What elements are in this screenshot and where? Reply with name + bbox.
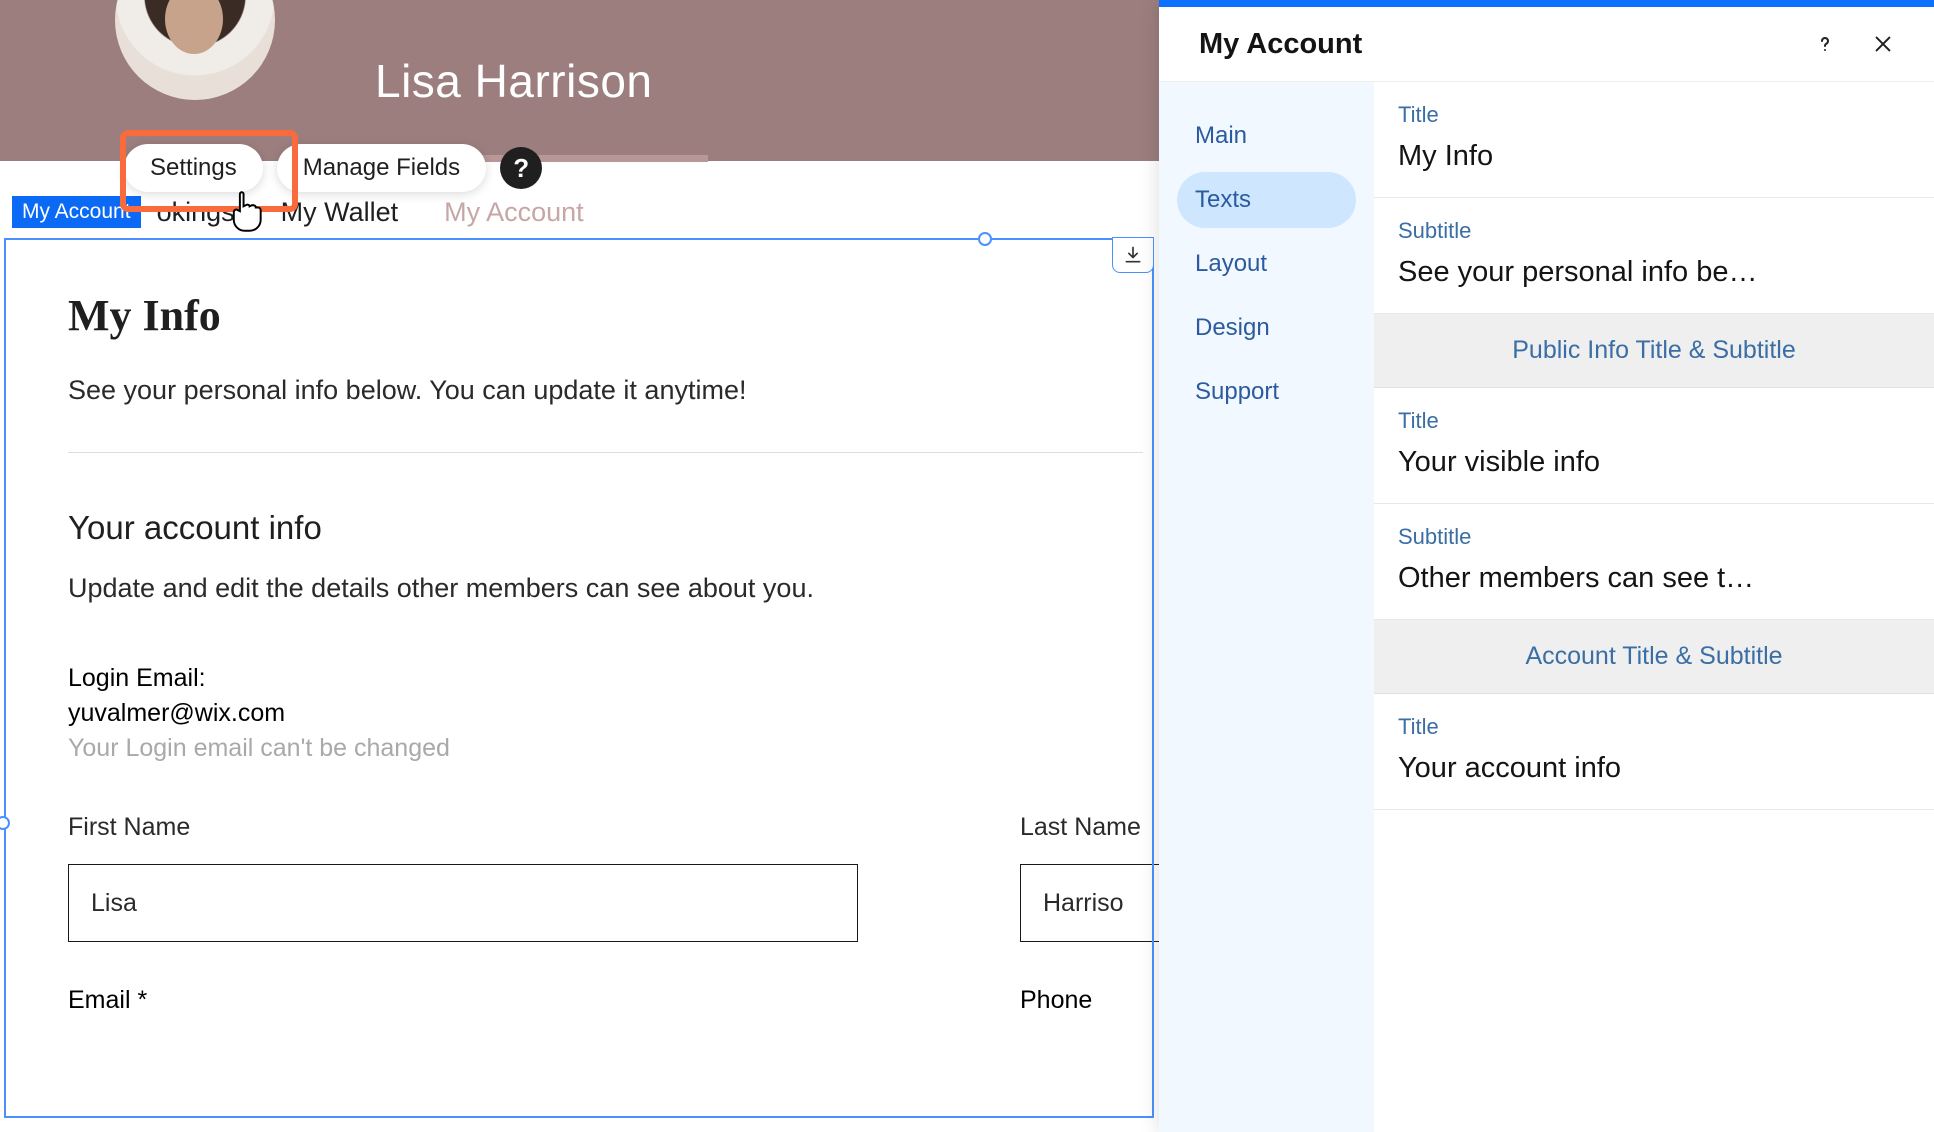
tab-wallet[interactable]: My Wallet — [281, 197, 399, 228]
selection-frame — [4, 238, 1154, 1118]
field-label: Title — [1398, 408, 1910, 434]
field-public-subtitle[interactable]: Subtitle Other members can see t… — [1374, 504, 1934, 620]
field-title[interactable]: Title My Info — [1374, 82, 1934, 198]
field-label: Title — [1398, 102, 1910, 128]
side-item-support[interactable]: Support — [1177, 364, 1356, 420]
section-account: Account Title & Subtitle — [1374, 620, 1934, 694]
help-icon[interactable]: ? — [500, 147, 542, 189]
download-icon[interactable] — [1112, 237, 1154, 273]
panel-main: Title My Info Subtitle See your personal… — [1374, 82, 1934, 1132]
profile-name: Lisa Harrison — [375, 54, 653, 108]
field-value: See your personal info be… — [1398, 256, 1910, 289]
panel-header: My Account — [1159, 7, 1934, 82]
close-icon[interactable] — [1866, 27, 1900, 61]
tab-bookings[interactable]: okings — [157, 197, 235, 228]
tab-account[interactable]: My Account — [444, 197, 584, 228]
panel-sidebar: Main Texts Layout Design Support — [1159, 82, 1374, 1132]
field-value: My Info — [1398, 140, 1910, 173]
field-subtitle[interactable]: Subtitle See your personal info be… — [1374, 198, 1934, 314]
field-value: Your account info — [1398, 752, 1910, 785]
page-tabs: My Account okings My Wallet My Account — [0, 196, 1160, 228]
help-icon[interactable] — [1808, 27, 1842, 61]
field-label: Title — [1398, 714, 1910, 740]
field-label: Subtitle — [1398, 218, 1910, 244]
panel-title: My Account — [1199, 28, 1784, 61]
resize-handle-left[interactable] — [0, 816, 10, 830]
element-toolbar: Settings Manage Fields ? — [124, 144, 542, 192]
field-value: Your visible info — [1398, 446, 1910, 479]
cursor-pointer-icon — [226, 188, 266, 232]
side-item-main[interactable]: Main — [1177, 108, 1356, 164]
resize-handle-top[interactable] — [978, 232, 992, 246]
field-value: Other members can see t… — [1398, 562, 1910, 595]
settings-button[interactable]: Settings — [124, 144, 263, 192]
field-public-title[interactable]: Title Your visible info — [1374, 388, 1934, 504]
side-item-design[interactable]: Design — [1177, 300, 1356, 356]
side-item-layout[interactable]: Layout — [1177, 236, 1356, 292]
panel-accent — [1159, 0, 1934, 7]
field-account-title[interactable]: Title Your account info — [1374, 694, 1934, 810]
avatar — [115, 0, 275, 100]
section-public-info: Public Info Title & Subtitle — [1374, 314, 1934, 388]
manage-fields-button[interactable]: Manage Fields — [277, 144, 486, 192]
field-label: Subtitle — [1398, 524, 1910, 550]
selection-label: My Account — [12, 196, 141, 228]
settings-panel: My Account Main Texts Layout Design Supp… — [1159, 0, 1934, 1132]
side-item-texts[interactable]: Texts — [1177, 172, 1356, 228]
